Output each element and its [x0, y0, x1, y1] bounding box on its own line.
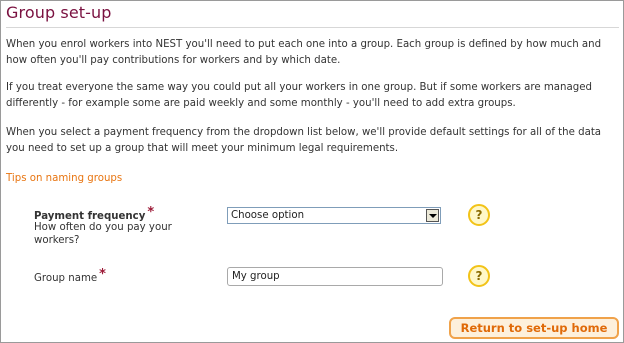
- payment-frequency-selected-value: Choose option: [231, 210, 305, 221]
- group-name-label: Group name *: [34, 267, 106, 284]
- payment-frequency-label: Payment frequency *: [34, 205, 154, 222]
- intro-paragraph-1: When you enrol workers into NEST you'll …: [6, 39, 602, 66]
- payment-frequency-help-icon[interactable]: ?: [468, 204, 490, 226]
- intro-paragraph-3: When you select a payment frequency from…: [6, 127, 602, 154]
- chevron-down-icon[interactable]: [426, 209, 439, 222]
- group-name-input[interactable]: My group: [227, 267, 443, 286]
- group-name-help-icon[interactable]: ?: [468, 265, 490, 287]
- return-to-setup-home-button[interactable]: Return to set-up home: [449, 317, 619, 339]
- page-frame: Group set-up When you enrol workers into…: [0, 0, 624, 343]
- required-asterisk: *: [99, 267, 106, 282]
- tips-on-naming-groups-link[interactable]: Tips on naming groups: [6, 173, 122, 184]
- group-name-label-text: Group name: [34, 273, 98, 284]
- payment-frequency-hint: How often do you pay your workers?: [34, 222, 172, 246]
- group-name-value: My group: [232, 271, 280, 282]
- page-title: Group set-up: [6, 3, 112, 22]
- intro-paragraph-2: If you treat everyone the same way you c…: [6, 82, 592, 109]
- title-divider: [6, 27, 619, 28]
- required-asterisk: *: [147, 205, 155, 220]
- payment-frequency-select[interactable]: Choose option: [227, 207, 441, 224]
